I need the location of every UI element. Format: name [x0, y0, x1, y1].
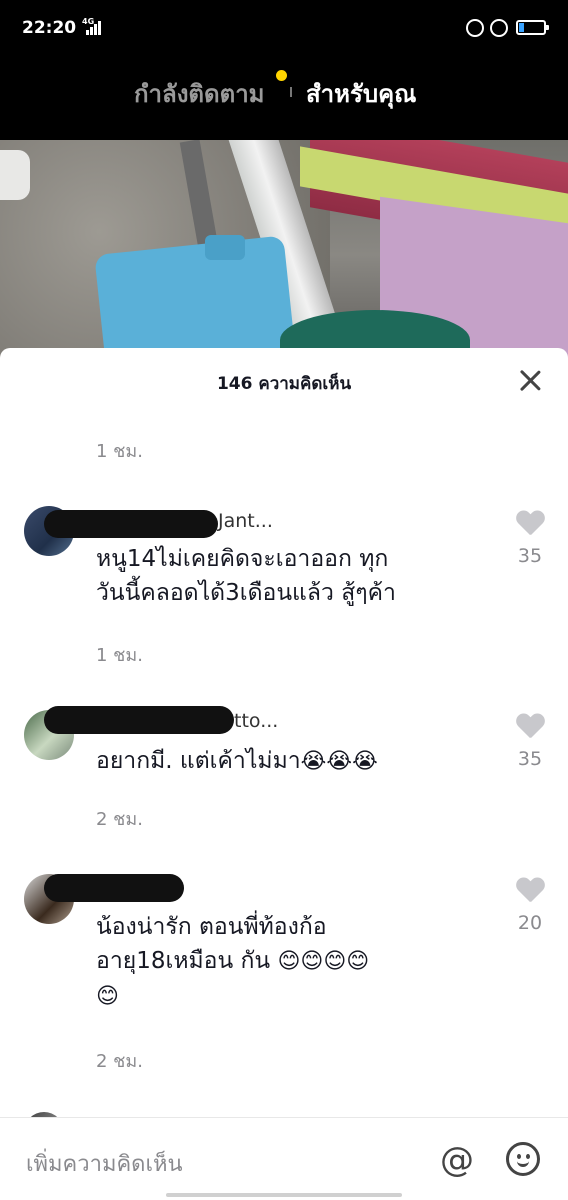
tab-following[interactable]: กำลังติดตาม — [134, 74, 265, 113]
like-count: 35 — [517, 545, 543, 567]
comment-input[interactable]: เพิ่มความคิดเห็น — [26, 1146, 183, 1181]
tab-divider — [290, 87, 292, 97]
status-time: 22:20 — [22, 18, 77, 38]
comments-count-title: 146 ความคิดเห็น — [216, 374, 352, 394]
comment-time: 1 ชม. — [96, 441, 143, 462]
comment-time: 2 ชม. — [96, 1051, 143, 1072]
comment-time: 1 ชม. — [96, 645, 143, 666]
redacted-name — [44, 874, 184, 902]
status-icons — [466, 17, 549, 39]
redacted-name — [44, 510, 218, 538]
alarm-icon — [490, 19, 508, 37]
comments-sheet: 146 ความคิดเห็น 1 ชม. Jant... หนู14ไม่เค… — [0, 348, 568, 1200]
comment-text: น้องน่ารัก ตอนพี่ท้องก้อ อายุ18เหมือน กั… — [96, 914, 370, 1009]
comment-input-bar: เพิ่มความคิดเห็น @ — [0, 1117, 568, 1200]
redacted-name — [44, 706, 234, 734]
comment-text: อยากมี. แต่เค้าไม่มา😭😭😭 — [96, 748, 378, 774]
status-bar: 22:20 4G — [0, 0, 568, 60]
lock-rotation-icon — [466, 19, 484, 37]
video-player[interactable] — [0, 140, 568, 370]
heart-icon — [516, 878, 544, 904]
comment-time: 2 ชม. — [96, 809, 143, 830]
comment-username[interactable]: Jant... — [218, 510, 273, 532]
signal-icon — [86, 21, 102, 35]
like-count: 35 — [517, 748, 543, 770]
new-content-dot — [276, 70, 287, 81]
tab-for-you[interactable]: สำหรับคุณ — [306, 74, 416, 113]
home-indicator — [166, 1193, 402, 1197]
heart-icon — [516, 511, 544, 537]
close-icon[interactable] — [518, 368, 542, 392]
comment-text: หนู14ไม่เคยคิดจะเอาออก ทุก วันนี้คลอดได้… — [96, 546, 396, 606]
comment-username[interactable]: tto... — [234, 710, 278, 732]
heart-icon — [516, 714, 544, 740]
like-button[interactable]: 35 — [510, 714, 550, 770]
like-button[interactable]: 35 — [510, 511, 550, 567]
mention-icon[interactable]: @ — [440, 1140, 474, 1180]
feed-tabs: กำลังติดตาม สำหรับคุณ — [0, 60, 568, 140]
emoji-icon[interactable] — [506, 1142, 540, 1176]
like-count: 20 — [517, 912, 543, 934]
like-button[interactable]: 20 — [510, 878, 550, 934]
battery-icon — [516, 20, 549, 35]
